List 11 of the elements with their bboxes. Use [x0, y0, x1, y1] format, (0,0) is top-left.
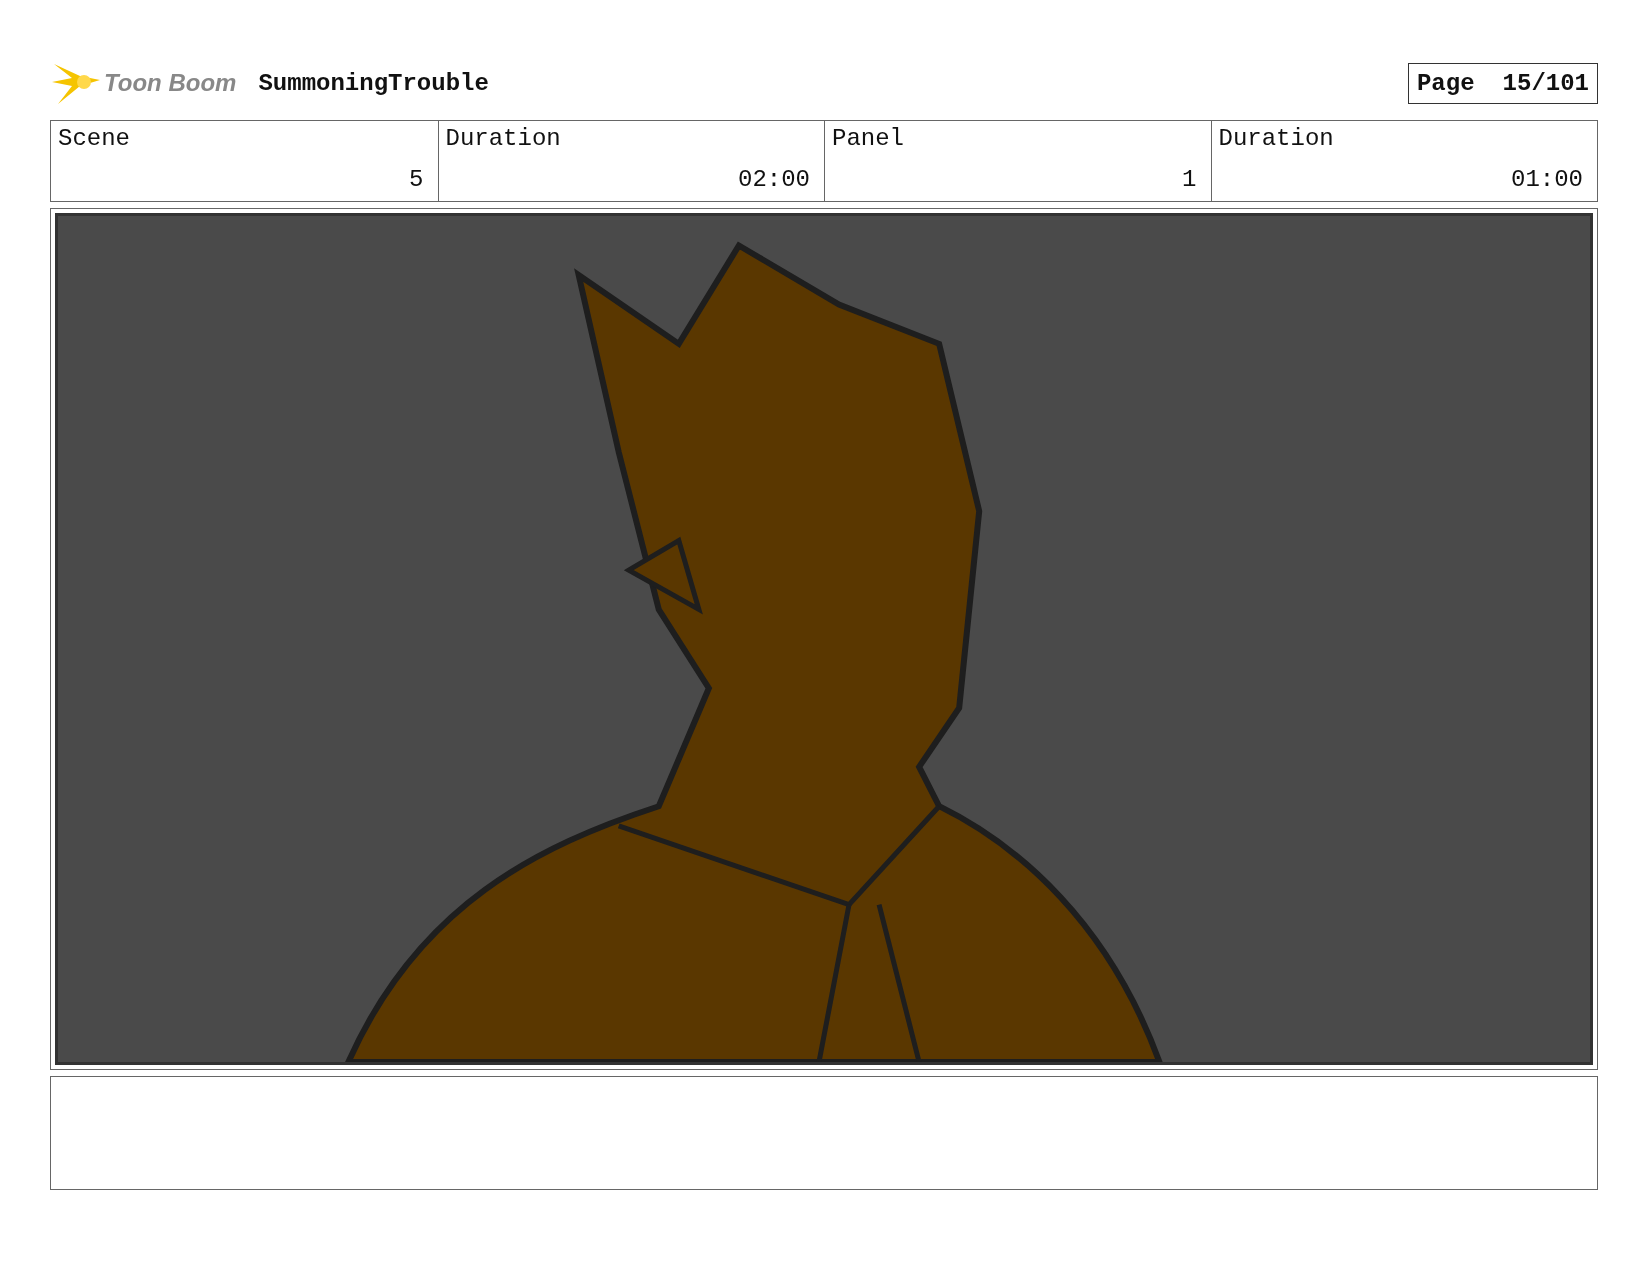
cell-label: Duration [1218, 125, 1335, 152]
cell-value: 5 [408, 166, 424, 193]
project-title: SummoningTrouble [258, 69, 489, 97]
cell-label: Duration [445, 125, 562, 152]
cell-value: 02:00 [737, 166, 810, 193]
cell-value: 01:00 [1510, 166, 1583, 193]
logo-text: Toon Boom [104, 69, 237, 97]
cell-label: Panel [832, 125, 905, 152]
page-counter: Page 15/101 [1407, 62, 1598, 104]
cell-value: 1 [1181, 166, 1197, 193]
cell-label: Scene [58, 125, 131, 152]
